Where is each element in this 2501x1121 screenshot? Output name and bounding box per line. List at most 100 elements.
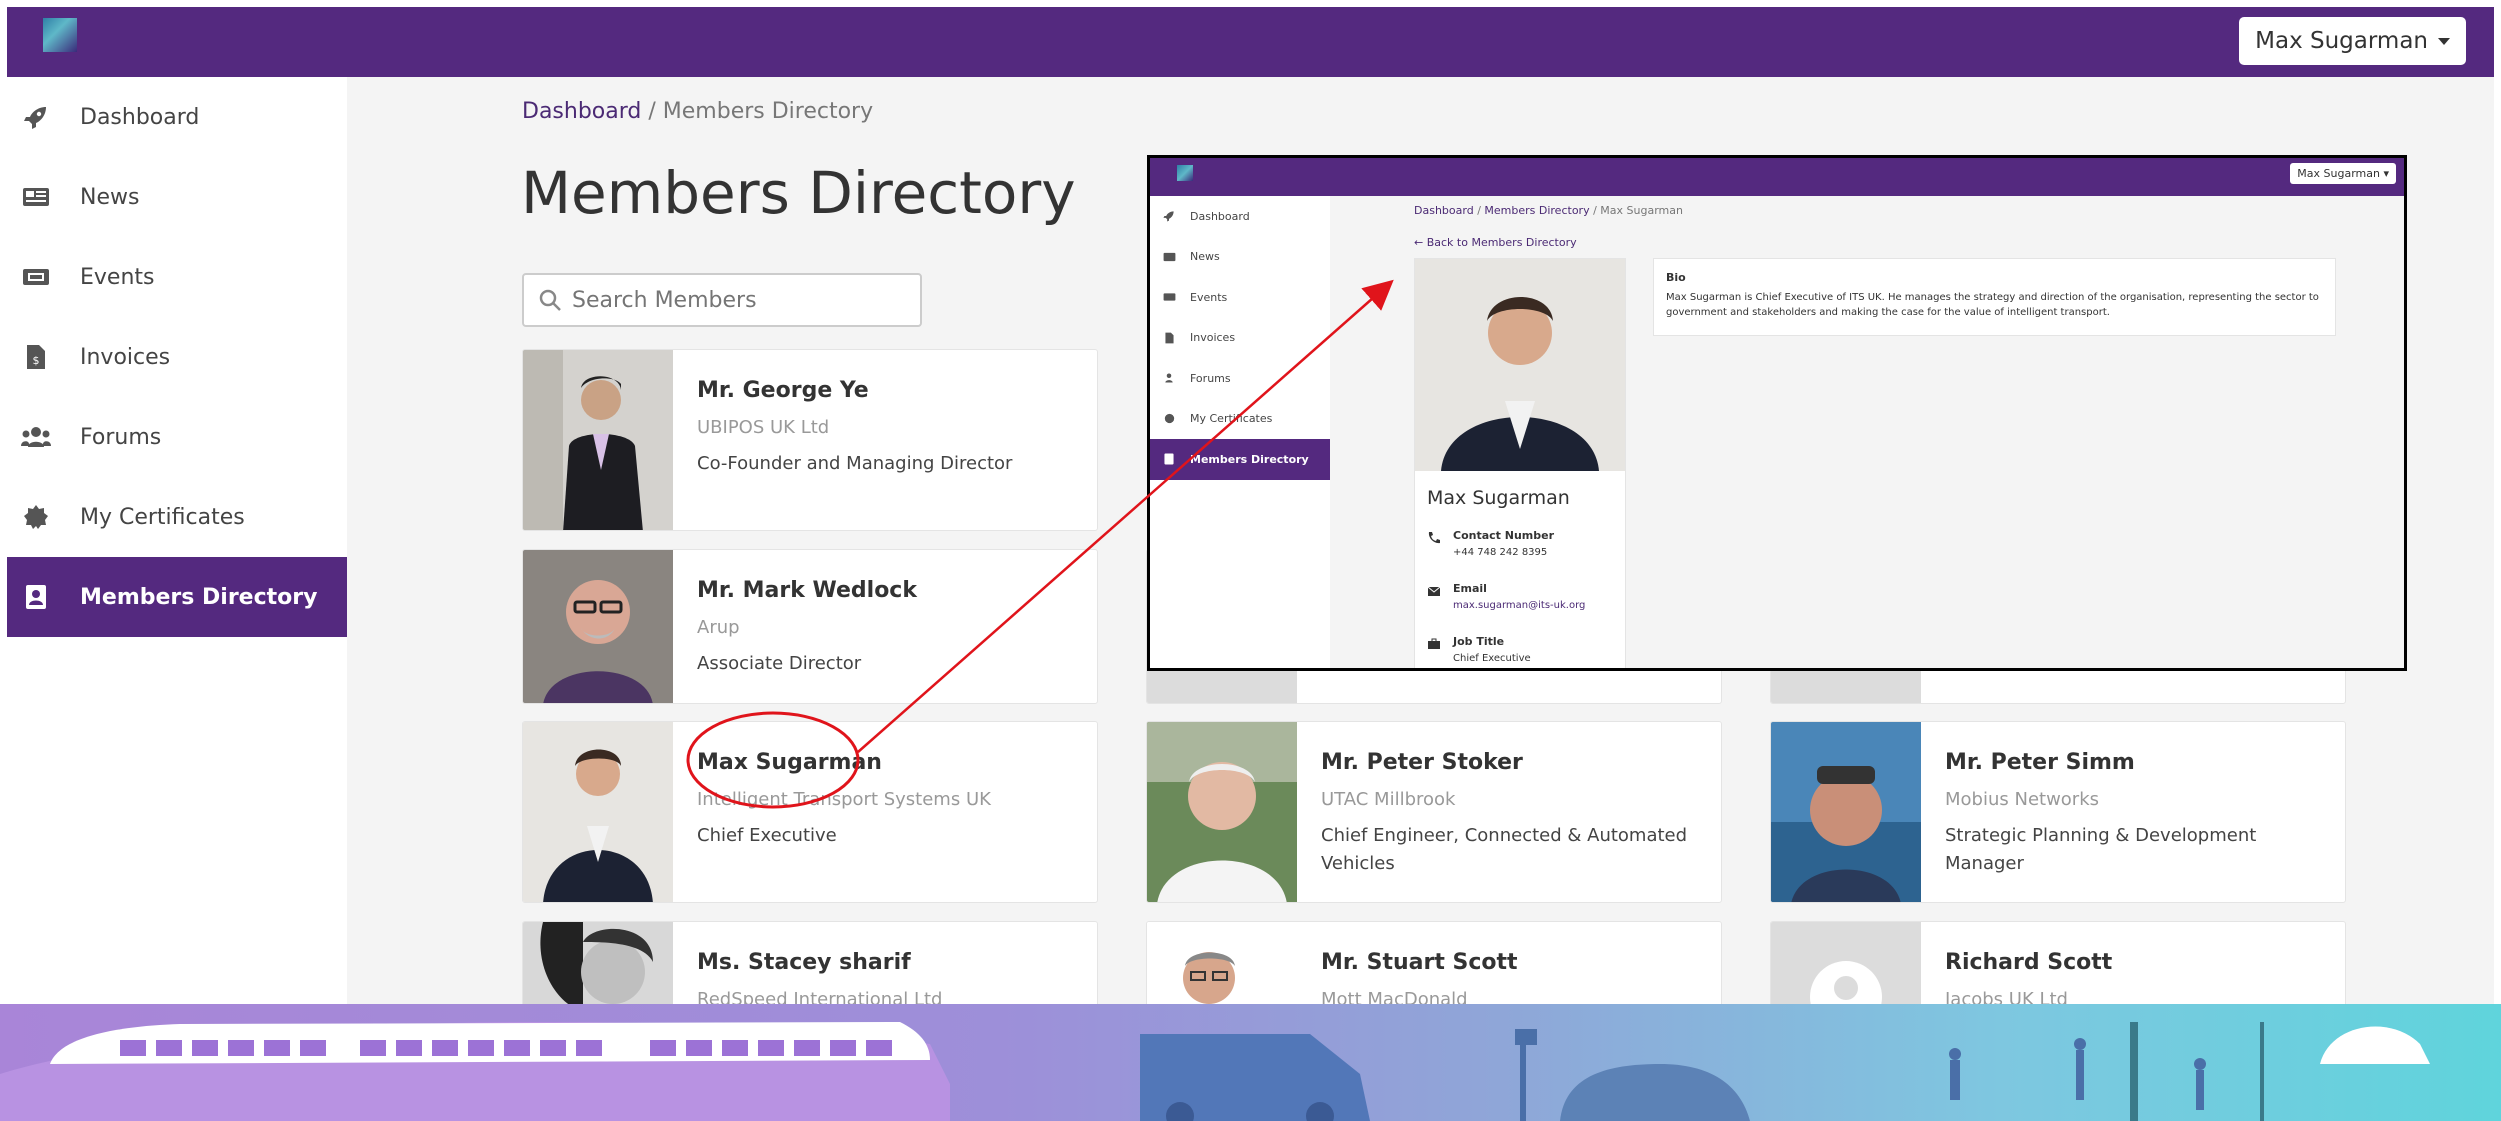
sidebar-item-dashboard[interactable]: Dashboard — [7, 77, 347, 157]
user-name: Max Sugarman — [2255, 28, 2428, 54]
member-info: Mr. Peter Simm Mobius Networks Strategic… — [1945, 750, 2330, 878]
member-name[interactable]: Mr. Mark Wedlock — [697, 578, 1082, 603]
breadcrumb-separator: / — [648, 99, 656, 124]
inset-bio-card: Bio Max Sugarman is Chief Executive of I… — [1653, 258, 2336, 336]
sidebar-item-label: Events — [80, 264, 155, 290]
ticket-icon — [21, 262, 51, 292]
certificate-icon — [21, 502, 51, 532]
search-icon — [539, 289, 561, 311]
inset-back-link: ← Back to Members Directory — [1414, 236, 1577, 249]
address-book-icon — [21, 582, 51, 612]
inset-sidebar-item: Invoices — [1150, 318, 1330, 359]
member-name[interactable]: Mr. Peter Stoker — [1321, 750, 1706, 775]
member-info: Mr. Stuart Scott Mott MacDonald — [1321, 950, 1706, 1010]
page-title: Members Directory — [521, 159, 1076, 227]
phone-icon — [1428, 532, 1440, 544]
invoice-icon: $ — [21, 342, 51, 372]
inset-top-bar: Max Sugarman ▾ — [1150, 158, 2404, 196]
inset-profile-name: Max Sugarman — [1427, 487, 1570, 509]
app-window: Max Sugarman Dashboard News Events $ Inv… — [7, 7, 2494, 1121]
member-card[interactable]: Max Sugarman Intelligent Transport Syste… — [522, 721, 1098, 903]
certificate-icon — [1162, 412, 1176, 426]
sidebar-item-members-directory[interactable]: Members Directory — [7, 557, 347, 637]
member-card[interactable]: Mr. Peter Simm Mobius Networks Strategic… — [1770, 721, 2346, 903]
inset-breadcrumb: Dashboard / Members Directory / Max Suga… — [1414, 204, 1683, 217]
member-photo — [523, 350, 673, 530]
member-info: Mr. George Ye UBIPOS UK Ltd Co-Founder a… — [697, 378, 1082, 478]
inset-breadcrumb-sep: / — [1593, 204, 1597, 217]
inset-breadcrumb-sep: / — [1477, 204, 1481, 217]
ticket-icon — [1162, 290, 1176, 304]
inset-sidebar-label: Invoices — [1190, 331, 1236, 345]
inset-logo — [1177, 165, 1193, 181]
breadcrumb-current: Members Directory — [662, 99, 874, 124]
sidebar-item-label: My Certificates — [80, 504, 245, 530]
member-name[interactable]: Max Sugarman — [697, 750, 1082, 775]
member-org: UTAC Millbrook — [1321, 789, 1456, 810]
member-name[interactable]: Mr. Peter Simm — [1945, 750, 2330, 775]
search-box[interactable] — [522, 273, 922, 327]
member-info: Max Sugarman Intelligent Transport Syste… — [697, 750, 1082, 850]
briefcase-icon — [1428, 638, 1440, 649]
sidebar-item-label: Forums — [80, 424, 162, 450]
member-card[interactable]: Mr. Peter Stoker UTAC Millbrook Chief En… — [1146, 721, 1722, 903]
inset-email-field: Email max.sugarman@its-uk.org — [1427, 582, 1585, 611]
inset-contact-value: +44 748 242 8395 — [1453, 547, 1548, 558]
member-name[interactable]: Mr. George Ye — [697, 378, 1082, 403]
its-uk-logo[interactable] — [43, 18, 77, 52]
search-input[interactable] — [572, 287, 892, 313]
inset-sidebar-label: Events — [1190, 290, 1228, 304]
inset-bio-label: Bio — [1666, 271, 1686, 284]
member-info: Ms. Stacey sharif RedSpeed International… — [697, 950, 1082, 1010]
member-card[interactable]: Mr. George Ye UBIPOS UK Ltd Co-Founder a… — [522, 349, 1098, 531]
inset-job-field: Job Title Chief Executive — [1427, 635, 1531, 664]
sidebar-item-label: Members Directory — [80, 584, 318, 610]
footer-transport-banner — [0, 1004, 2501, 1121]
breadcrumb-dashboard-link[interactable]: Dashboard — [522, 99, 641, 124]
inset-sidebar-label: Dashboard — [1190, 209, 1250, 223]
member-card[interactable]: Mr. Mark Wedlock Arup Associate Director — [522, 549, 1098, 704]
inset-email-value: max.sugarman@its-uk.org — [1453, 600, 1586, 611]
inset-contact-label: Contact Number — [1453, 529, 1555, 542]
member-org: Intelligent Transport Systems UK — [697, 789, 991, 810]
newspaper-icon — [1162, 250, 1176, 264]
inset-user-menu: Max Sugarman ▾ — [2290, 163, 2396, 184]
inset-profile-card: Max Sugarman Contact Number +44 748 242 8… — [1414, 258, 1626, 668]
invoice-icon — [1162, 331, 1176, 345]
member-photo — [523, 722, 673, 902]
sidebar-item-events[interactable]: Events — [7, 237, 347, 317]
member-org: UBIPOS UK Ltd — [697, 417, 830, 438]
inset-sidebar-item: My Certificates — [1150, 399, 1330, 440]
sidebar-item-news[interactable]: News — [7, 157, 347, 237]
member-role: Chief Executive — [697, 825, 837, 846]
inset-job-value: Chief Executive — [1453, 653, 1531, 664]
profile-preview-inset: Max Sugarman ▾ Dashboard News Events Inv… — [1147, 155, 2407, 671]
inset-profile-photo — [1415, 259, 1625, 471]
sidebar-item-my-certificates[interactable]: My Certificates — [7, 477, 347, 557]
member-photo — [523, 550, 673, 703]
users-icon — [1162, 371, 1176, 385]
inset-breadcrumb-current: Max Sugarman — [1600, 204, 1683, 217]
inset-sidebar: Dashboard News Events Invoices Forums My… — [1150, 196, 1330, 668]
member-name[interactable]: Mr. Stuart Scott — [1321, 950, 1706, 975]
inset-sidebar-label: Members Directory — [1190, 452, 1309, 466]
member-role: Associate Director — [697, 653, 862, 674]
top-bar: Max Sugarman — [7, 7, 2494, 77]
sidebar-item-label: Dashboard — [80, 104, 200, 130]
member-name[interactable]: Ms. Stacey sharif — [697, 950, 1082, 975]
sidebar-item-invoices[interactable]: $ Invoices — [7, 317, 347, 397]
member-name[interactable]: Richard Scott — [1945, 950, 2330, 975]
member-role: Co-Founder and Managing Director — [697, 453, 1013, 474]
users-icon — [21, 422, 51, 452]
sidebar: Dashboard News Events $ Invoices Forums — [7, 77, 347, 1121]
sidebar-item-forums[interactable]: Forums — [7, 397, 347, 477]
member-role: Chief Engineer, Connected & Automated Ve… — [1321, 825, 1688, 874]
envelope-icon — [1427, 586, 1441, 596]
member-role: Strategic Planning & Development Manager — [1945, 825, 2257, 874]
member-org: Mobius Networks — [1945, 789, 2100, 810]
member-info: Richard Scott Jacobs UK Ltd — [1945, 950, 2330, 1010]
member-info: Mr. Peter Stoker UTAC Millbrook Chief En… — [1321, 750, 1706, 878]
user-menu-button[interactable]: Max Sugarman — [2239, 17, 2466, 65]
inset-sidebar-item: Dashboard — [1150, 196, 1330, 237]
rocket-icon — [1162, 209, 1176, 223]
